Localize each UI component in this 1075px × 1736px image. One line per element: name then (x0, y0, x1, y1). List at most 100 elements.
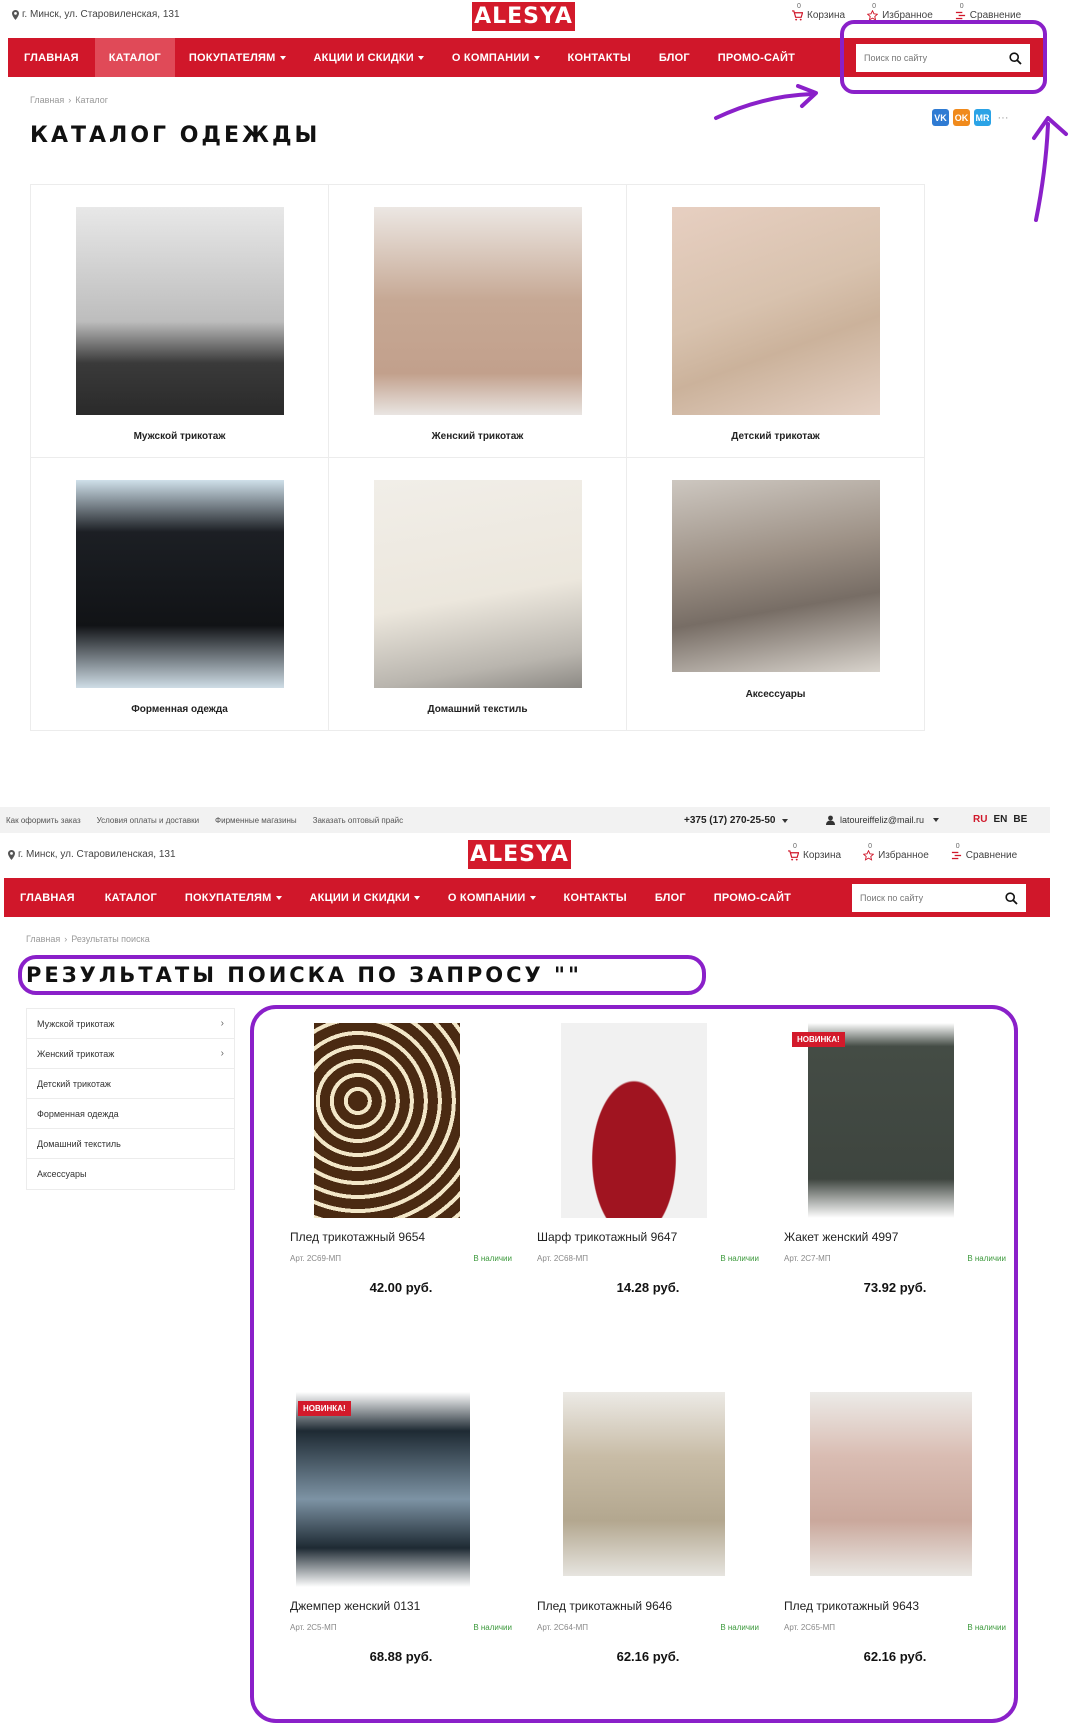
nav-promos[interactable]: АКЦИИ И СКИДКИ (296, 878, 434, 917)
header-links: 0 Корзина 0 Избранное 0 Сравнение (788, 843, 1018, 861)
favorites-count: 0 (872, 3, 876, 10)
nav-catalog[interactable]: КАТАЛОГ (94, 38, 175, 77)
product-card[interactable]: НОВИНКА! Джемпер женский 0131 Арт. 2С5-М… (290, 1392, 512, 1692)
nav-home[interactable]: ГЛАВНАЯ (4, 878, 91, 917)
utility-links: Как оформить заказ Условия оплаты и дост… (0, 816, 403, 825)
product-image[interactable] (810, 1392, 972, 1576)
product-article: Арт. 2С68-МП (537, 1254, 589, 1263)
nav-about[interactable]: О КОМПАНИИ (438, 38, 554, 77)
product-name[interactable]: Плед трикотажный 9643 (784, 1599, 919, 1613)
breadcrumb-home[interactable]: Главная (26, 934, 60, 944)
breadcrumb-home[interactable]: Главная (30, 95, 64, 105)
product-card[interactable]: Плед трикотажный 9643 Арт. 2С65-МП В нал… (784, 1392, 1006, 1692)
email-dropdown[interactable]: latoureiffeliz@mail.ru (826, 815, 940, 825)
ok-icon[interactable]: OK (953, 109, 970, 126)
nav-promo-site[interactable]: ПРОМО-САЙТ (704, 38, 809, 77)
product-card[interactable]: Плед трикотажный 9654 Арт. 2С69-МП В нал… (290, 1023, 512, 1323)
cart-link[interactable]: 0 Корзина (788, 843, 841, 861)
category-card[interactable]: Форменная одежда (31, 458, 329, 731)
search-icon[interactable] (1005, 891, 1018, 905)
mailru-icon[interactable]: MR (974, 109, 991, 126)
product-name[interactable]: Плед трикотажный 9654 (290, 1230, 425, 1244)
store-address: г. Минск, ул. Старовиленская, 131 (8, 849, 176, 860)
sidebar-item-uniform[interactable]: Форменная одежда (27, 1099, 234, 1129)
nav-home[interactable]: ГЛАВНАЯ (8, 38, 95, 77)
cart-count: 0 (793, 843, 797, 850)
favorites-link[interactable]: 0 Избранное (863, 843, 929, 861)
nav-about-label: О КОМПАНИИ (451, 51, 530, 64)
compare-count: 0 (955, 843, 960, 850)
category-card[interactable]: Детский трикотаж (627, 185, 925, 458)
nav-buyers[interactable]: ПОКУПАТЕЛЯМ (175, 38, 300, 77)
category-card[interactable]: Аксессуары (627, 458, 925, 731)
product-price: 73.92 руб. (863, 1280, 927, 1295)
more-share-icon[interactable]: ··· (995, 112, 1011, 124)
page-title: РЕЗУЛЬТАТЫ ПОИСКА ПО ЗАПРОСУ "" (26, 963, 582, 987)
nav-buyers-label: ПОКУПАТЕЛЯМ (188, 51, 276, 64)
utility-link[interactable]: Условия оплаты и доставки (97, 816, 199, 825)
nav-catalog[interactable]: КАТАЛОГ (91, 878, 171, 917)
product-image[interactable] (296, 1392, 470, 1587)
sidebar-item-womens[interactable]: Женский трикотаж › (27, 1039, 234, 1069)
nav-buyers[interactable]: ПОКУПАТЕЛЯМ (171, 878, 296, 917)
lang-ru[interactable]: RU (973, 814, 987, 825)
cart-link[interactable]: 0 Корзина (792, 3, 846, 21)
cart-label: Корзина (807, 10, 846, 21)
product-card[interactable]: Шарф трикотажный 9647 Арт. 2С68-МП В нал… (537, 1023, 759, 1323)
star-icon (863, 850, 875, 861)
product-name[interactable]: Шарф трикотажный 9647 (537, 1230, 677, 1244)
new-badge: НОВИНКА! (792, 1032, 845, 1047)
nav-blog[interactable]: БЛОГ (645, 38, 704, 77)
utility-link[interactable]: Фирменные магазины (215, 816, 297, 825)
utility-link[interactable]: Заказать оптовый прайс (313, 816, 404, 825)
caret-down-icon (933, 818, 940, 822)
nav-promo-site[interactable]: ПРОМО-САЙТ (700, 878, 805, 917)
caret-down-icon (279, 55, 286, 60)
product-card[interactable]: НОВИНКА! Жакет женский 4997 Арт. 2С7-МП … (784, 1023, 1006, 1323)
site-logo[interactable]: ALESYA (468, 840, 571, 869)
nav-contacts[interactable]: КОНТАКТЫ (554, 38, 645, 77)
stock-status: В наличии (720, 1254, 759, 1263)
location-pin-icon (12, 9, 19, 20)
search-highlight-annotation (840, 20, 1047, 94)
lang-en[interactable]: EN (993, 814, 1007, 825)
lang-be[interactable]: BE (1013, 814, 1027, 825)
category-image (374, 480, 582, 688)
compare-label: Сравнение (965, 850, 1018, 861)
product-card[interactable]: Плед трикотажный 9646 Арт. 2С64-МП В нал… (537, 1392, 759, 1692)
nav-promos[interactable]: АКЦИИ И СКИДКИ (300, 38, 438, 77)
product-name[interactable]: Жакет женский 4997 (784, 1230, 898, 1244)
site-logo[interactable]: ALESYA (472, 2, 575, 31)
product-image[interactable] (561, 1023, 707, 1218)
category-image (374, 207, 582, 415)
arrow-right-annotation-icon (714, 84, 818, 120)
phone-dropdown[interactable]: +375 (17) 270-25-50 (684, 815, 789, 826)
vk-icon[interactable]: VK (932, 109, 949, 126)
nav-catalog-label: КАТАЛОГ (104, 891, 157, 904)
product-image[interactable] (314, 1023, 460, 1218)
utility-link[interactable]: Как оформить заказ (6, 816, 81, 825)
nav-contacts[interactable]: КОНТАКТЫ (550, 878, 641, 917)
compare-link[interactable]: 0 Сравнение (951, 843, 1018, 861)
product-name[interactable]: Плед трикотажный 9646 (537, 1599, 672, 1613)
breadcrumb: Главная › Результаты поиска (26, 934, 150, 944)
category-card[interactable]: Женский трикотаж (329, 185, 627, 458)
category-card[interactable]: Домашний текстиль (329, 458, 627, 731)
product-name[interactable]: Джемпер женский 0131 (290, 1599, 420, 1613)
sidebar-item-mens[interactable]: Мужской трикотаж › (27, 1009, 234, 1039)
product-image[interactable] (563, 1392, 725, 1576)
category-card[interactable]: Мужской трикотаж (31, 185, 329, 458)
search-input[interactable]: Поиск по сайту (852, 884, 1026, 912)
nav-home-label: ГЛАВНАЯ (20, 891, 75, 904)
category-sidebar: Мужской трикотаж › Женский трикотаж › Де… (26, 1008, 235, 1190)
sidebar-item-kids[interactable]: Детский трикотаж (27, 1069, 234, 1099)
sidebar-item-home-textile[interactable]: Домашний текстиль (27, 1129, 234, 1159)
product-image[interactable] (808, 1023, 954, 1218)
nav-about[interactable]: О КОМПАНИИ (434, 878, 550, 917)
nav-blog[interactable]: БЛОГ (641, 878, 700, 917)
product-article: Арт. 2С5-МП (290, 1623, 337, 1632)
sidebar-item-accessories[interactable]: Аксессуары (27, 1159, 234, 1189)
store-address: г. Минск, ул. Старовиленская, 131 (12, 9, 180, 20)
sidebar-item-label: Аксессуары (37, 1169, 87, 1179)
product-article: Арт. 2С7-МП (784, 1254, 831, 1263)
